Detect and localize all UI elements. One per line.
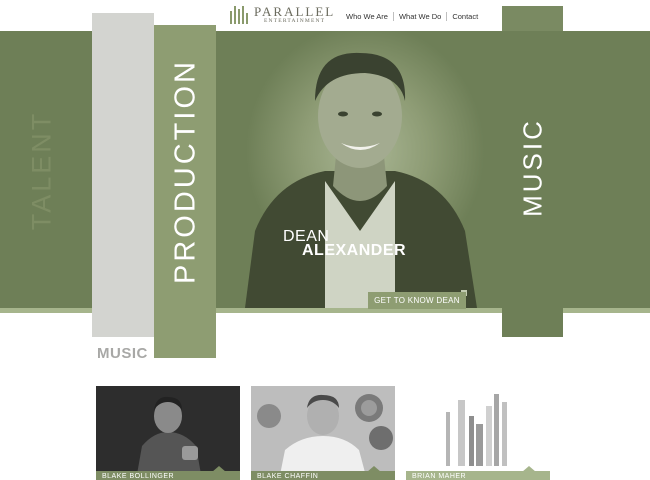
main-nav: Who We Are What We Do Contact (341, 12, 483, 21)
placeholder-bar (469, 416, 474, 466)
artist-name: BLAKE BOLLINGER (96, 471, 240, 480)
production-label[interactable]: PRODUCTION (170, 52, 203, 292)
nav-what-we-do[interactable]: What We Do (394, 12, 448, 21)
brand-tagline: ENTERTAINMENT (263, 18, 326, 24)
brand-name: PARALLEL (254, 4, 336, 19)
placeholder-bar (494, 394, 499, 466)
nav-who-we-are[interactable]: Who We Are (341, 12, 394, 21)
placeholder-bar (476, 424, 483, 466)
get-to-know-button[interactable]: GET TO KNOW DEAN (368, 292, 466, 309)
section-title: MUSIC (97, 345, 148, 362)
placeholder-bar (458, 400, 465, 466)
logo-bars-icon (230, 6, 250, 24)
placeholder-bar (502, 402, 507, 466)
artist-card[interactable]: BLAKE CHAFFIN (251, 386, 395, 480)
nav-contact[interactable]: Contact (447, 12, 483, 21)
artist-name: BLAKE CHAFFIN (251, 471, 395, 480)
artist-name: BRIAN MAHER (406, 471, 550, 480)
artist-card[interactable]: BLAKE BOLLINGER (96, 386, 240, 480)
talent-column[interactable] (92, 13, 154, 337)
artist-card[interactable]: BRIAN MAHER (406, 386, 550, 480)
featured-artist-photo (245, 52, 477, 308)
placeholder-bar (486, 406, 492, 466)
brand-logo[interactable]: PARALLEL ENTERTAINMENT (230, 4, 335, 26)
music-label[interactable]: MUSIC (518, 108, 549, 228)
talent-label[interactable]: TALENT (27, 101, 58, 241)
placeholder-bar (446, 412, 450, 466)
featured-last-name: ALEXANDER (302, 242, 407, 259)
